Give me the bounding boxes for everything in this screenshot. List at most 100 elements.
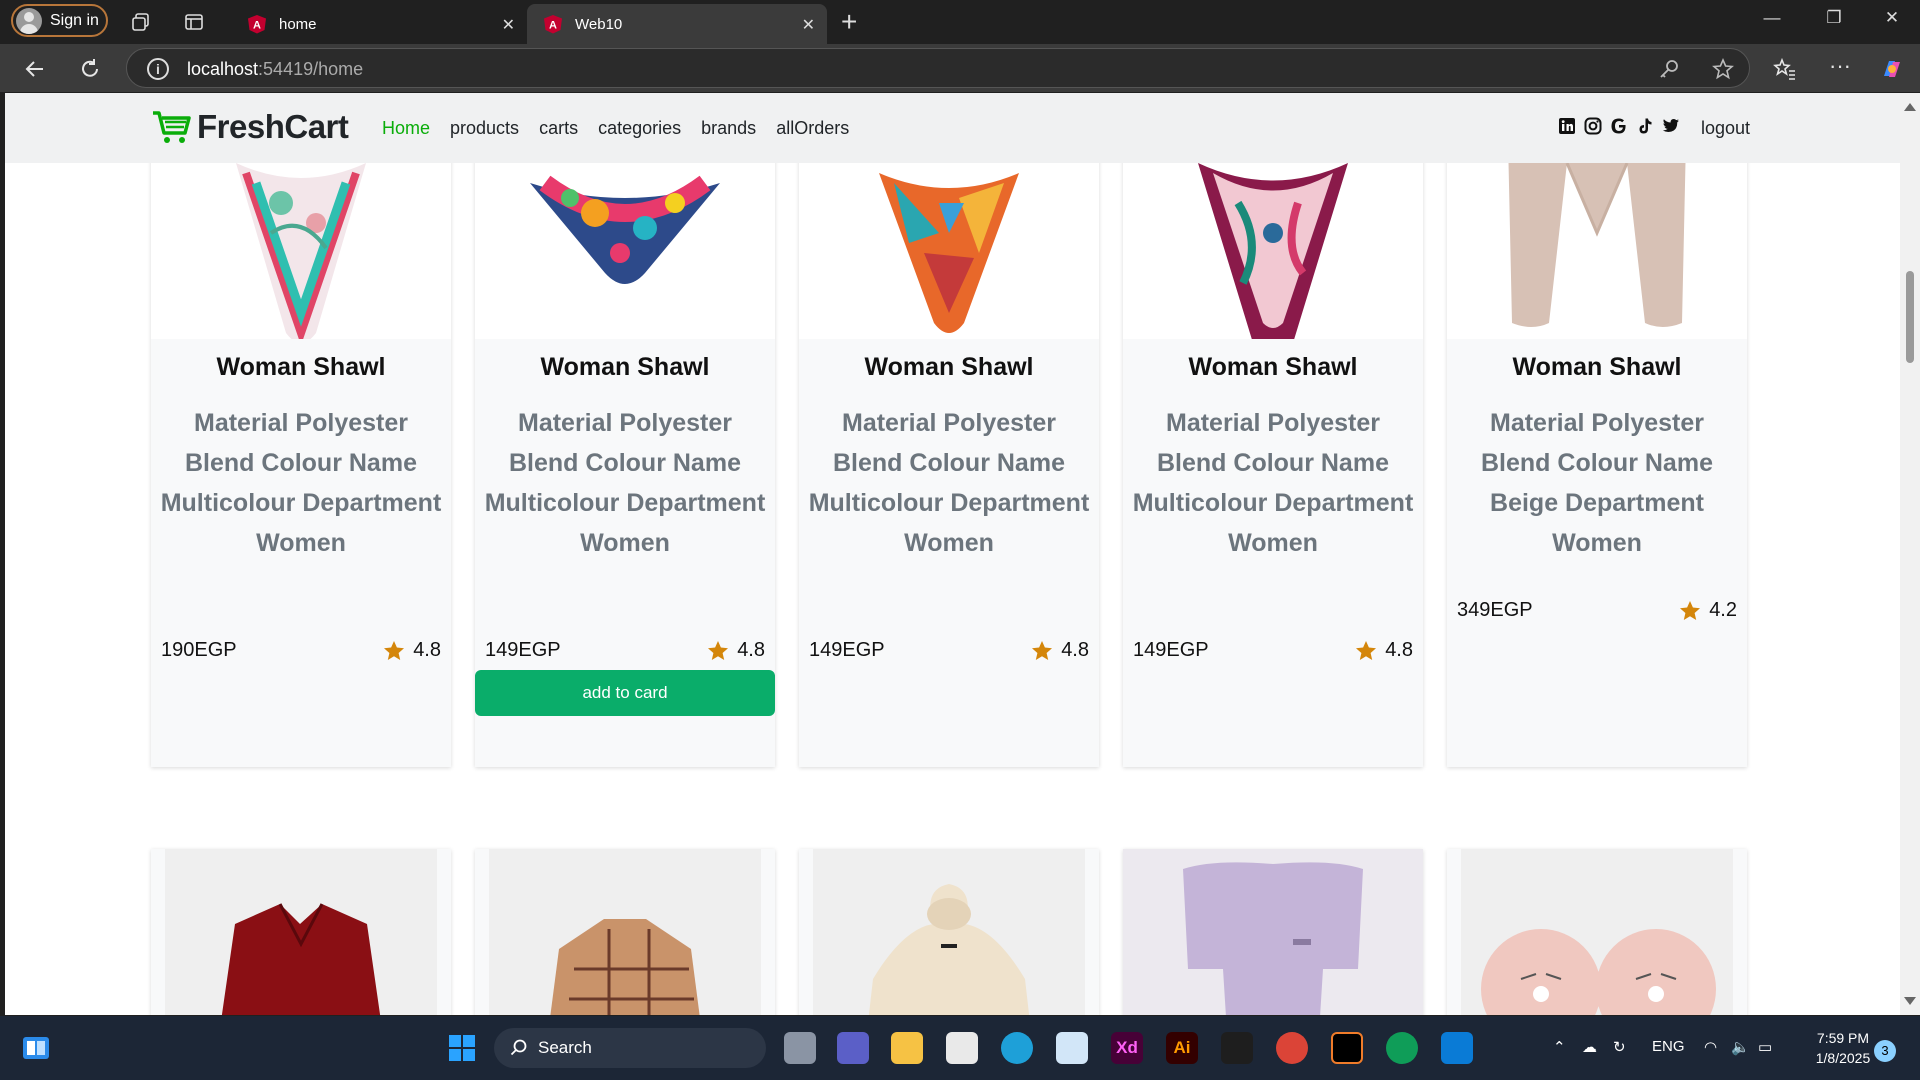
scroll-down-icon[interactable] — [1904, 997, 1916, 1005]
scroll-up-icon[interactable] — [1904, 103, 1916, 111]
brand-logo[interactable]: FreshCart — [151, 108, 349, 146]
nav-link-products[interactable]: products — [450, 118, 519, 139]
clock-time: 7:59 PM — [1816, 1030, 1870, 1046]
angular-favicon-icon: A — [248, 15, 266, 34]
product-title[interactable]: Woman Shawl — [1123, 353, 1423, 382]
product-grid: Woman Shawl Material Polyester Blend Col… — [5, 93, 1900, 1015]
minimize-button[interactable]: — — [1752, 8, 1792, 28]
tiktok-icon[interactable] — [1636, 117, 1654, 135]
battery-icon[interactable]: ▭ — [1758, 1038, 1772, 1056]
product-image[interactable] — [489, 849, 761, 1015]
jetbrains-icon[interactable] — [1331, 1032, 1363, 1064]
product-image[interactable] — [813, 849, 1085, 1015]
chrome-profile-icon[interactable] — [1386, 1032, 1418, 1064]
product-rating: 4.2 — [1679, 599, 1737, 622]
product-image[interactable] — [1461, 849, 1733, 1015]
back-arrow-icon[interactable] — [22, 56, 48, 82]
product-rating: 4.8 — [707, 639, 765, 662]
restore-button[interactable]: ❐ — [1814, 8, 1854, 28]
product-card[interactable] — [475, 849, 775, 1015]
add-to-cart-button[interactable]: add to card — [475, 670, 775, 716]
twitter-icon[interactable] — [1662, 117, 1680, 135]
instagram-icon[interactable] — [1584, 117, 1602, 135]
wifi-icon[interactable]: ◠ — [1704, 1038, 1717, 1056]
product-rating: 4.8 — [1355, 639, 1413, 662]
teams-icon[interactable] — [837, 1032, 869, 1064]
product-card[interactable]: Woman Shawl Material Polyester Blend Col… — [799, 93, 1099, 767]
nav-link-allorders[interactable]: allOrders — [776, 118, 849, 139]
product-title[interactable]: Woman Shawl — [799, 353, 1099, 382]
new-tab-button[interactable]: + — [841, 6, 857, 38]
nav-link-categories[interactable]: categories — [598, 118, 681, 139]
angular-favicon-icon: A — [544, 15, 562, 34]
product-rating: 4.8 — [383, 639, 441, 662]
address-bar[interactable]: i localhost:54419/home — [126, 48, 1750, 88]
scrollbar-thumb[interactable] — [1906, 271, 1914, 363]
more-options-icon[interactable]: ··· — [1827, 55, 1853, 82]
product-card[interactable] — [799, 849, 1099, 1015]
nav-link-brands[interactable]: brands — [701, 118, 756, 139]
product-title[interactable]: Woman Shawl — [1447, 353, 1747, 382]
avatar-icon — [16, 7, 42, 34]
adobe-xd-icon[interactable]: Xd — [1111, 1032, 1143, 1064]
taskbar-search[interactable]: Search — [494, 1028, 766, 1068]
product-card[interactable]: Woman Shawl Material Polyester Blend Col… — [475, 93, 775, 767]
refresh-icon[interactable] — [77, 56, 103, 82]
site-info-icon[interactable]: i — [147, 58, 169, 80]
site-navbar: FreshCart Home products carts categories… — [5, 93, 1900, 163]
logout-link[interactable]: logout — [1701, 118, 1750, 139]
volume-icon[interactable]: 🔈 — [1731, 1038, 1750, 1056]
chrome-icon[interactable] — [1276, 1032, 1308, 1064]
signin-label: Sign in — [50, 11, 99, 29]
product-card[interactable] — [1447, 849, 1747, 1015]
product-card[interactable]: Woman Shawl Material Polyester Blend Col… — [1447, 93, 1747, 767]
close-window-button[interactable]: ✕ — [1872, 8, 1912, 28]
widgets-icon[interactable] — [20, 1032, 52, 1064]
file-explorer-icon[interactable] — [891, 1032, 923, 1064]
close-tab-icon[interactable]: ✕ — [802, 15, 815, 35]
favorite-star-icon[interactable] — [1711, 57, 1735, 81]
password-key-icon[interactable] — [1657, 57, 1681, 81]
figma-icon[interactable] — [1221, 1032, 1253, 1064]
product-description: Material Polyester Blend Colour Name Mul… — [484, 409, 766, 557]
copilot-icon[interactable] — [1879, 56, 1905, 82]
tab-home[interactable]: A home ✕ — [231, 4, 527, 44]
product-card[interactable]: Woman Shawl Material Polyester Blend Col… — [1123, 93, 1423, 767]
system-clock[interactable]: 7:59 PM 1/8/2025 — [1803, 1028, 1883, 1068]
onedrive-icon[interactable]: ☁ — [1582, 1038, 1597, 1056]
nav-link-carts[interactable]: carts — [539, 118, 578, 139]
language-indicator[interactable]: ENG — [1652, 1038, 1685, 1055]
google-icon[interactable] — [1610, 117, 1628, 135]
star-icon — [384, 640, 405, 660]
favorites-icon[interactable] — [1771, 56, 1797, 82]
microsoft-store-icon[interactable] — [946, 1032, 978, 1064]
product-description: Material Polyester Blend Colour Name Mul… — [160, 409, 442, 557]
product-card[interactable]: Woman Shawl Material Polyester Blend Col… — [151, 93, 451, 767]
adobe-illustrator-icon[interactable]: Ai — [1166, 1032, 1198, 1064]
windows-start-icon[interactable] — [446, 1032, 478, 1064]
task-view-icon[interactable] — [784, 1032, 816, 1064]
nav-link-home[interactable]: Home — [382, 118, 430, 139]
product-description: Material Polyester Blend Colour Name Mul… — [808, 409, 1090, 557]
sync-icon[interactable]: ↻ — [1613, 1038, 1626, 1056]
close-tab-icon[interactable]: ✕ — [502, 15, 515, 35]
linkedin-icon[interactable] — [1558, 117, 1576, 135]
product-image[interactable] — [165, 849, 437, 1015]
show-hidden-icons-icon[interactable]: ⌃ — [1553, 1038, 1566, 1056]
tab-actions-icon[interactable] — [183, 11, 205, 33]
workspaces-icon[interactable] — [130, 11, 152, 33]
product-price: 349EGP — [1457, 599, 1533, 621]
tab-web10[interactable]: A Web10 ✕ — [527, 4, 827, 44]
shopping-cart-icon — [153, 111, 191, 143]
product-title[interactable]: Woman Shawl — [475, 353, 775, 382]
product-image[interactable] — [1123, 849, 1423, 1015]
page-scrollbar[interactable] — [1900, 93, 1920, 1015]
notification-badge[interactable]: 3 — [1874, 1040, 1896, 1062]
product-title[interactable]: Woman Shawl — [151, 353, 451, 382]
vscode-icon[interactable] — [1441, 1032, 1473, 1064]
profile-signin-button[interactable]: Sign in — [11, 4, 108, 37]
product-card[interactable] — [151, 849, 451, 1015]
photos-icon[interactable] — [1056, 1032, 1088, 1064]
edge-icon[interactable] — [1001, 1032, 1033, 1064]
product-card[interactable] — [1123, 849, 1423, 1015]
